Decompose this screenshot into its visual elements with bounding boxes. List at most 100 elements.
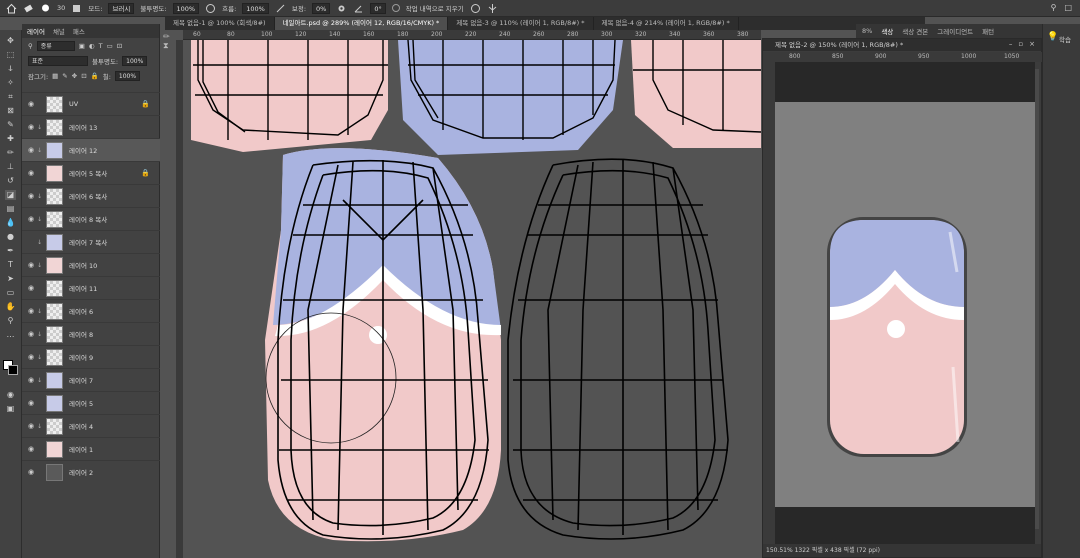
visibility-eye-icon[interactable]: ◉: [25, 307, 37, 315]
layer-row[interactable]: ◉ ↓ 레이어 10: [22, 253, 160, 276]
layer-row[interactable]: ◉ 레이어 2: [22, 460, 160, 483]
layer-thumbnail[interactable]: [46, 256, 63, 274]
airbrush-icon[interactable]: [275, 3, 286, 14]
layer-row[interactable]: ◉ 레이어 11: [22, 276, 160, 299]
layer-thumbnail[interactable]: [46, 302, 63, 320]
lock-transparent-icon[interactable]: ▦: [52, 72, 58, 80]
tab-swatches[interactable]: 색상 견본: [902, 26, 928, 36]
layer-row[interactable]: ◉ ↓ 레이어 8 복사: [22, 207, 160, 230]
lock-artboard-icon[interactable]: ⊡: [81, 72, 86, 80]
layer-name[interactable]: 레이어 11: [69, 283, 97, 293]
smoothing-field[interactable]: 0%: [312, 2, 331, 14]
layer-name[interactable]: UV: [69, 100, 78, 108]
filter-pixel-icon[interactable]: ▣: [79, 42, 85, 50]
blend-mode-select[interactable]: 표준: [28, 55, 88, 66]
lock-all-icon[interactable]: 🔒: [91, 72, 99, 80]
floating-document-window[interactable]: 제목 없음-2 @ 150% (레이어 1, RGB/8#) * – ▫ × 8…: [762, 38, 1043, 558]
crop-tool-icon[interactable]: ⌗: [5, 92, 16, 102]
history-panel-icon[interactable]: ⧗: [163, 41, 175, 51]
visibility-eye-icon[interactable]: ◉: [25, 422, 37, 430]
visibility-eye-icon[interactable]: ◉: [25, 146, 37, 154]
more-tools-icon[interactable]: …: [5, 330, 16, 340]
layer-opacity-field[interactable]: 100%: [122, 55, 148, 66]
layer-thumbnail[interactable]: [46, 325, 63, 343]
maximize-icon[interactable]: ▫: [1018, 40, 1023, 48]
floating-scrollbar[interactable]: [1035, 69, 1039, 529]
background-color-swatch[interactable]: [8, 365, 18, 375]
stamp-tool-icon[interactable]: ⊥: [5, 162, 16, 172]
angle-field[interactable]: 0°: [370, 2, 386, 14]
tab-paths[interactable]: 패스: [73, 26, 85, 36]
opacity-field[interactable]: 100%: [172, 2, 200, 14]
type-tool-icon[interactable]: T: [5, 260, 16, 270]
floating-canvas[interactable]: [775, 62, 1035, 546]
filter-shape-icon[interactable]: ▭: [107, 42, 113, 50]
visibility-eye-icon[interactable]: ◉: [25, 468, 37, 476]
visibility-eye-icon[interactable]: ◉: [25, 261, 37, 269]
mode-select[interactable]: 브러시: [108, 2, 135, 14]
quick-mask-icon[interactable]: ◉: [5, 390, 16, 400]
layer-name[interactable]: 레이어 2: [69, 467, 93, 477]
layer-thumbnail[interactable]: [46, 210, 63, 228]
flow-field[interactable]: 100%: [242, 2, 269, 14]
brush-preset-icon[interactable]: [40, 3, 51, 14]
layer-row[interactable]: ◉ ↓ 레이어 7: [22, 368, 160, 391]
layer-thumbnail[interactable]: [46, 348, 63, 366]
layer-name[interactable]: 레이어 5: [69, 398, 93, 408]
visibility-eye-icon[interactable]: ◉: [25, 284, 37, 292]
fill-field[interactable]: 100%: [114, 70, 141, 81]
brush-tool-icon[interactable]: ✏: [5, 148, 16, 158]
tab-document-1[interactable]: 제목 없음-1 @ 100% (회색/8#): [165, 17, 275, 30]
layer-name[interactable]: 레이어 5 복사: [69, 168, 107, 178]
layer-thumbnail[interactable]: [46, 394, 63, 412]
blur-tool-icon[interactable]: 💧: [5, 218, 16, 228]
layer-thumbnail[interactable]: [46, 440, 63, 458]
layer-row[interactable]: ◉ ↓ 레이어 4: [22, 414, 160, 437]
tab-color[interactable]: 색상: [881, 26, 893, 36]
visibility-eye-icon[interactable]: ◉: [25, 330, 37, 338]
layer-thumbnail[interactable]: [46, 95, 63, 113]
layer-row[interactable]: ◉ ↓ 레이어 6 복사: [22, 184, 160, 207]
erase-history-checkbox[interactable]: [391, 4, 400, 12]
layer-thumbnail[interactable]: [46, 233, 63, 251]
layer-name[interactable]: 레이어 13: [69, 122, 97, 132]
learn-icon[interactable]: 💡: [1047, 32, 1058, 42]
pressure-opacity-icon[interactable]: [205, 3, 216, 14]
home-icon[interactable]: [6, 3, 17, 14]
shape-tool-icon[interactable]: ▭: [5, 288, 16, 298]
layer-row[interactable]: ◉ UV 🔒: [22, 92, 160, 115]
layer-row[interactable]: ◉ ↓ 레이어 12: [22, 138, 160, 161]
layer-thumbnail[interactable]: [46, 371, 63, 389]
search-icon[interactable]: ⚲: [1051, 3, 1057, 12]
move-tool-icon[interactable]: ✥: [5, 36, 16, 46]
pen-tool-icon[interactable]: ✒: [5, 246, 16, 256]
tab-document-4[interactable]: 제목 없음-4 @ 214% (레이어 1, RGB/8#) *: [594, 17, 739, 30]
pressure-size-icon[interactable]: [470, 3, 481, 14]
floating-window-title[interactable]: 제목 없음-2 @ 150% (레이어 1, RGB/8#) *: [763, 39, 1041, 51]
layer-name[interactable]: 레이어 6 복사: [69, 191, 107, 201]
layer-name[interactable]: 레이어 10: [69, 260, 97, 270]
eraser-tool-icon[interactable]: ◪: [5, 190, 16, 200]
layer-name[interactable]: 레이어 6: [69, 306, 93, 316]
tab-channels[interactable]: 채널: [53, 26, 65, 36]
brush-panel-icon[interactable]: ✏: [163, 32, 175, 41]
document-canvas[interactable]: [183, 40, 761, 558]
layer-name[interactable]: 레이어 8: [69, 329, 93, 339]
layer-name[interactable]: 레이어 8 복사: [69, 214, 107, 224]
marquee-tool-icon[interactable]: ⬚: [5, 50, 16, 60]
healing-brush-tool-icon[interactable]: ✚: [5, 134, 16, 144]
layer-name[interactable]: 레이어 1: [69, 444, 93, 454]
layer-thumbnail[interactable]: [46, 141, 63, 159]
gear-icon[interactable]: [336, 3, 347, 14]
dodge-tool-icon[interactable]: ●: [5, 232, 16, 242]
layer-row[interactable]: ◉ 레이어 1: [22, 437, 160, 460]
tab-panel-zoom[interactable]: 8%: [862, 27, 872, 35]
hand-tool-icon[interactable]: ✋: [5, 302, 16, 312]
layer-row[interactable]: ◉ ↓ 레이어 6: [22, 299, 160, 322]
magic-wand-tool-icon[interactable]: ✧: [5, 78, 16, 88]
tab-patterns[interactable]: 패턴: [982, 26, 994, 36]
filter-type-icon[interactable]: T: [99, 42, 103, 50]
visibility-eye-icon[interactable]: ◉: [25, 399, 37, 407]
layer-thumbnail[interactable]: [46, 187, 63, 205]
brush-settings-icon[interactable]: [71, 3, 82, 14]
